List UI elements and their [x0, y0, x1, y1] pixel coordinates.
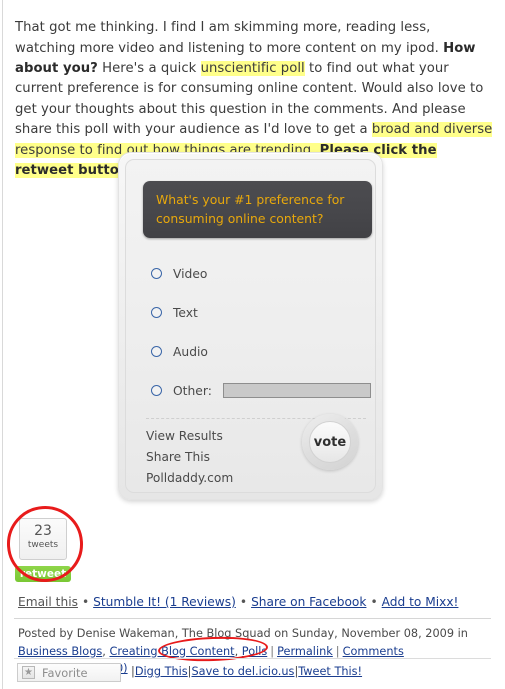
share-separator-3: •: [370, 595, 378, 609]
poll-option-text[interactable]: Text: [151, 303, 371, 322]
share-link-facebook[interactable]: Share on Facebook: [251, 595, 366, 609]
category-link-business-blogs[interactable]: Business Blogs: [18, 645, 102, 658]
article-text-run-2: Here's a quick: [97, 61, 201, 76]
category-link-creating-blog-content[interactable]: Creating Blog Content: [109, 645, 234, 658]
meta-separator-1: |: [270, 644, 275, 658]
vote-button-label: vote: [309, 421, 351, 463]
tweet-count-number: 23: [34, 523, 52, 539]
blog-post-page: That got me thinking. I find I am skimmi…: [0, 0, 505, 689]
vote-button[interactable]: vote: [302, 414, 358, 470]
category-link-polls[interactable]: Polls: [242, 645, 267, 658]
share-links-row: Email this • Stumble It! (1 Reviews) • Share…: [18, 595, 458, 609]
meta-separator-2: |: [335, 644, 340, 658]
meta-divider: [14, 618, 491, 619]
poll-options-list: Video Text Audio Other:: [151, 264, 371, 420]
share-link-mixx[interactable]: Add to Mixx!: [382, 595, 459, 609]
poll-option-label-video: Video: [173, 266, 208, 281]
delicious-link[interactable]: Save to del.icio.us: [191, 665, 294, 678]
poll-inner-panel: What's your #1 preference for consuming …: [125, 159, 376, 493]
share-separator-1: •: [81, 595, 90, 609]
highlight-unscientific-poll: unscientific poll: [200, 61, 305, 76]
favorite-button-label: Favorite: [42, 665, 88, 680]
poll-option-video[interactable]: Video: [151, 264, 371, 283]
poll-footer-links: View Results Share This Polldaddy.com: [146, 426, 233, 489]
poll-link-polldaddy[interactable]: Polldaddy.com: [146, 468, 233, 489]
favorite-button[interactable]: ★ Favorite: [17, 663, 121, 682]
radio-icon-text[interactable]: [151, 307, 162, 318]
digg-this-link[interactable]: Digg This: [135, 665, 188, 678]
tweet-this-link[interactable]: Tweet This!: [298, 665, 362, 678]
share-link-stumble-it[interactable]: Stumble It! (1 Reviews): [93, 595, 236, 609]
page-left-border: [2, 0, 3, 689]
share-link-email-this[interactable]: Email this: [18, 595, 78, 609]
poll-question-banner: What's your #1 preference for consuming …: [143, 181, 372, 238]
star-icon: ★: [22, 666, 35, 679]
post-meta-prefix: Posted by Denise Wakeman, The Blog Squad…: [18, 627, 468, 640]
retweet-button[interactable]: retweet: [15, 566, 71, 582]
polldaddy-poll-widget: What's your #1 preference for consuming …: [118, 152, 383, 500]
radio-icon-audio[interactable]: [151, 346, 162, 357]
radio-icon-video[interactable]: [151, 268, 162, 279]
poll-other-text-input[interactable]: [222, 383, 371, 398]
bottom-share-links: |Digg This|Save to del.icio.us|Tweet Thi…: [131, 665, 362, 678]
meta-comma-2: ,: [234, 644, 242, 658]
bottom-divider: [14, 658, 491, 659]
permalink-link[interactable]: Permalink: [277, 645, 333, 658]
tweet-count-label: tweets: [27, 540, 59, 550]
poll-option-audio[interactable]: Audio: [151, 342, 371, 361]
article-text-run-1: That got me thinking. I find I am skimmi…: [15, 20, 444, 56]
poll-option-label-other: Other:: [173, 383, 212, 398]
tweet-count-box[interactable]: 23 tweets: [19, 518, 67, 560]
poll-question-text: What's your #1 preference for consuming …: [156, 192, 345, 226]
poll-link-share-this[interactable]: Share This: [146, 447, 233, 468]
poll-option-other[interactable]: Other:: [151, 381, 371, 400]
share-separator-2: •: [239, 595, 248, 609]
poll-option-label-text: Text: [173, 305, 198, 320]
radio-icon-other[interactable]: [151, 385, 162, 396]
poll-link-view-results[interactable]: View Results: [146, 426, 233, 447]
poll-option-label-audio: Audio: [173, 344, 208, 359]
